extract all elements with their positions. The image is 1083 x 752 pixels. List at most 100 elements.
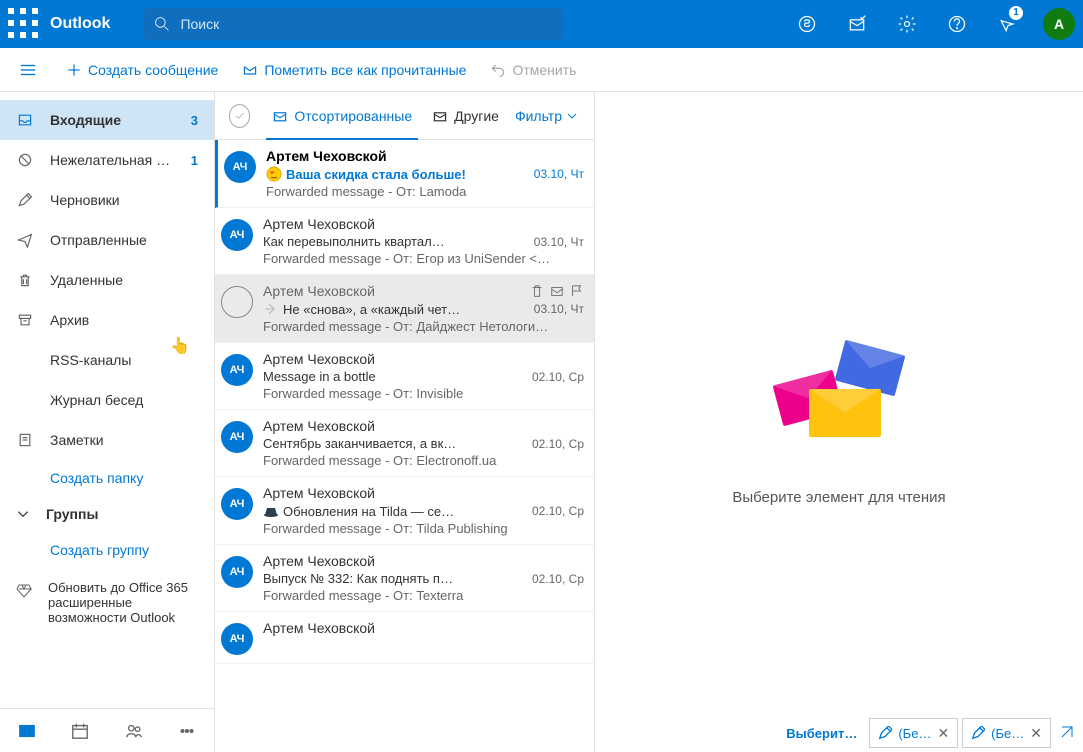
message-item[interactable]: АЧАртем ЧеховскойНе «снова», а «каждый ч… [215, 275, 594, 343]
message-item[interactable]: АЧ Артем Чеховской Сентябрь заканчивается,… [215, 410, 594, 477]
sender-avatar: АЧ [221, 219, 253, 251]
filter-dropdown[interactable]: Фильтр [515, 108, 578, 124]
mark-all-read-button[interactable]: Пометить все как прочитанные [236, 58, 472, 82]
sender-name: Артем Чеховской [263, 485, 375, 501]
settings-icon[interactable] [887, 0, 927, 48]
create-group-link[interactable]: Создать группу [0, 532, 214, 568]
mark-all-read-label: Пометить все как прочитанные [264, 62, 466, 78]
chevron-down-icon [16, 507, 30, 521]
message-date: 02.10, Ср [532, 370, 584, 384]
notifications-icon[interactable]: 1 [987, 0, 1027, 48]
folder-label: RSS-каналы [50, 352, 198, 368]
groups-header[interactable]: Группы [0, 496, 214, 532]
tab-focused[interactable]: Отсортированные [268, 92, 416, 140]
sender-name: Артем Чеховской [263, 216, 375, 232]
folder-label: Заметки [50, 432, 198, 448]
app-launcher-icon[interactable] [8, 8, 40, 40]
search-icon [154, 16, 170, 32]
blocked-icon [16, 152, 34, 168]
folder-trash[interactable]: Удаленные [0, 260, 214, 300]
close-icon[interactable]: ✕ [937, 725, 949, 742]
sender-name: Артем Чеховской [263, 418, 375, 434]
draft-tab-0[interactable]: (Бе… ✕ [869, 718, 958, 748]
sender-avatar: АЧ [221, 623, 253, 655]
compose-button[interactable]: Создать сообщение [60, 58, 224, 82]
sender-name: Артем Чеховской [263, 283, 375, 299]
folder-item-7[interactable]: Журнал бесед [0, 380, 214, 420]
message-item[interactable]: АЧ Артем Чеховской Обновления на Tilda — с… [215, 477, 594, 545]
message-item[interactable]: АЧ Артем Чеховской [215, 612, 594, 664]
compose-label: Создать сообщение [88, 62, 218, 78]
reading-pane: Выберите элемент для чтения Выберит… (Бе… [595, 92, 1083, 752]
archive-icon [16, 312, 34, 328]
sender-name: Артем Чеховской [263, 620, 375, 636]
send-icon [16, 232, 34, 248]
folder-label: Отправленные [50, 232, 198, 248]
sender-name: Артем Чеховской [263, 351, 375, 367]
create-folder-link[interactable]: Создать папку [0, 460, 214, 496]
mail-icon[interactable] [550, 284, 564, 298]
draft-tab-1[interactable]: (Бе… ✕ [962, 718, 1051, 748]
message-preview: Forwarded message - От: Texterra [263, 588, 584, 603]
message-subject: Сентябрь заканчивается, а вк… [263, 436, 524, 451]
sender-avatar: АЧ [221, 556, 253, 588]
sender-avatar: АЧ [221, 354, 253, 386]
folder-label: Нежелательная … [50, 152, 175, 168]
pencil-icon [16, 192, 34, 208]
trash-icon[interactable] [530, 284, 544, 298]
skype-icon[interactable] [787, 0, 827, 48]
folder-inbox[interactable]: Входящие3 [0, 100, 214, 140]
message-subject: Обновления на Tilda — се… [263, 503, 524, 519]
flag-icon[interactable] [570, 284, 584, 298]
folder-blocked[interactable]: Нежелательная …1 [0, 140, 214, 180]
empty-state-illustration [769, 339, 909, 449]
bottom-action-button[interactable]: Выберит… [778, 718, 865, 748]
folder-archive[interactable]: Архив [0, 300, 214, 340]
select-all-toggle[interactable] [229, 104, 250, 128]
help-icon[interactable] [937, 0, 977, 48]
account-avatar[interactable]: A [1043, 8, 1075, 40]
upgrade-link[interactable]: Обновить до Office 365 расширенные возмо… [0, 568, 214, 637]
message-item[interactable]: АЧАртем ЧеховскойКак перевыполнить кварт… [215, 208, 594, 275]
pencil-icon [971, 726, 985, 740]
message-preview: Forwarded message - От: Electronoff.ua [263, 453, 584, 468]
sender-avatar: АЧ [221, 488, 253, 520]
message-subject: Ваша скидка стала больше! [266, 166, 526, 182]
undo-label: Отменить [512, 62, 576, 78]
message-date: 03.10, Чт [534, 235, 584, 249]
nav-toggle-icon[interactable] [8, 61, 48, 79]
message-date: 03.10, Чт [534, 167, 584, 181]
message-date: 02.10, Ср [532, 437, 584, 451]
search-box[interactable] [144, 8, 564, 40]
search-input[interactable] [180, 16, 554, 32]
message-subject: Message in a bottle [263, 369, 524, 384]
message-preview: Forwarded message - От: Invisible [263, 386, 584, 401]
brand-title: Outlook [50, 15, 110, 33]
tab-other[interactable]: Другие [428, 92, 503, 140]
folder-pencil[interactable]: Черновики [0, 180, 214, 220]
mail-module-icon[interactable] [7, 711, 47, 751]
sender-avatar: АЧ [221, 286, 253, 318]
close-icon[interactable]: ✕ [1030, 725, 1042, 742]
message-subject: Выпуск № 332: Как поднять п… [263, 571, 524, 586]
calendar-module-icon[interactable] [60, 711, 100, 751]
more-modules-icon[interactable] [167, 711, 207, 751]
folder-note[interactable]: Заметки [0, 420, 214, 460]
people-module-icon[interactable] [114, 711, 154, 751]
message-item[interactable]: АЧАртем ЧеховскойВыпуск № 332: Как подня… [215, 545, 594, 612]
message-item[interactable]: АЧАртем ЧеховскойВаша скидка стала больш… [215, 140, 594, 208]
undo-button[interactable]: Отменить [484, 58, 582, 82]
folder-label: Удаленные [50, 272, 198, 288]
expand-drafts-icon[interactable] [1055, 720, 1079, 747]
message-preview: Forwarded message - От: Егор из UniSende… [263, 251, 584, 266]
folder-count: 3 [191, 113, 198, 128]
folder-send[interactable]: Отправленные [0, 220, 214, 260]
empty-state-text: Выберите элемент для чтения [732, 489, 945, 506]
folder-item-6[interactable]: RSS-каналы [0, 340, 214, 380]
note-icon [16, 432, 34, 448]
sender-avatar: АЧ [221, 421, 253, 453]
outlook-premium-icon[interactable] [837, 0, 877, 48]
message-item[interactable]: АЧ Артем Чеховской Message in a bottle 02.1… [215, 343, 594, 410]
folder-label: Журнал бесед [50, 392, 198, 408]
sender-name: Артем Чеховской [266, 148, 387, 164]
